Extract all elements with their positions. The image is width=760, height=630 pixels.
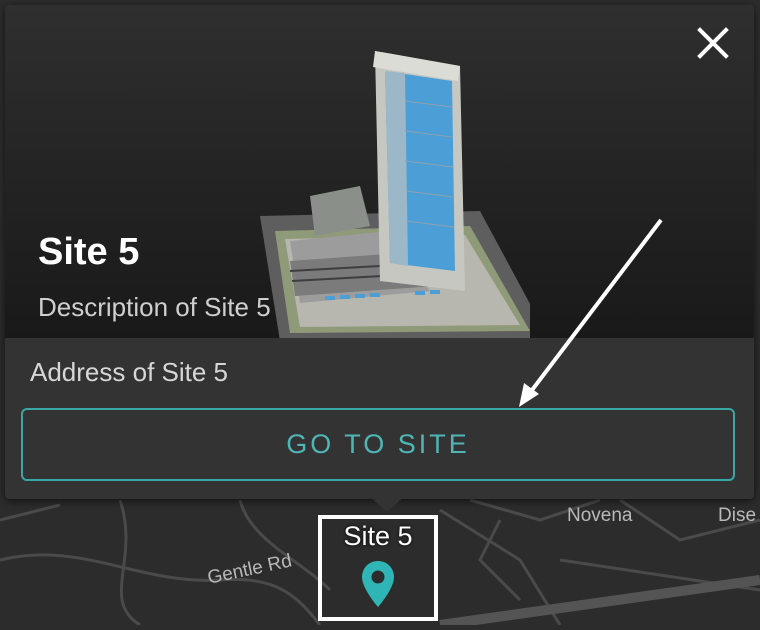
map-pin-icon[interactable] [360,559,396,611]
marker-label: Site 5 [343,521,413,551]
site-address: Address of Site 5 [30,357,228,387]
site-title: Site 5 [38,231,140,273]
map-label-novena: Novena [567,505,633,526]
site-description: Description of Site 5 [38,292,271,322]
site-popup-card: Site 5 Description of Site 5 Address of … [5,5,754,499]
building-model-image [260,51,530,338]
site-hero-image: Site 5 Description of Site 5 [5,5,754,338]
site-marker[interactable]: Site 5 [318,515,438,621]
close-icon[interactable] [695,25,731,61]
popup-pointer [369,496,405,512]
map-label-dise: Dise [718,505,757,526]
go-to-site-button[interactable]: GO TO SITE [21,408,735,481]
